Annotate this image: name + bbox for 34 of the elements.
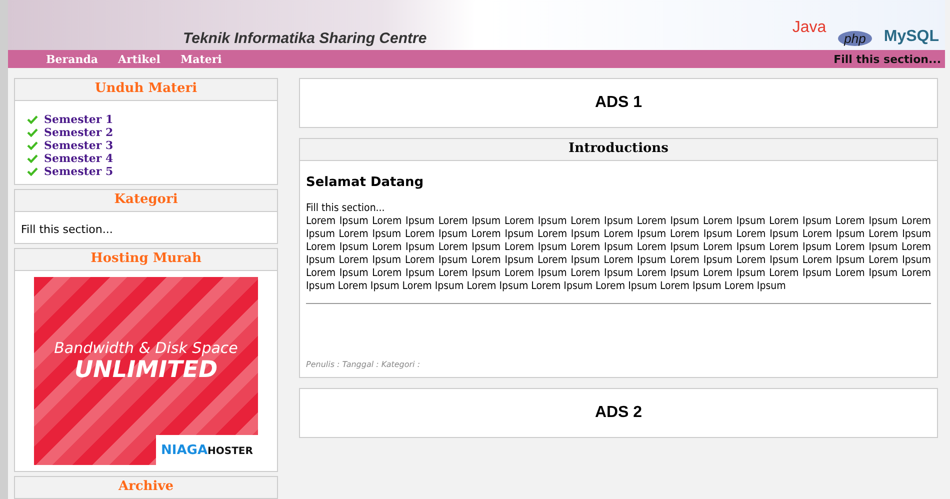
post-meta: Penulis : Tanggal : Kategori : bbox=[306, 360, 422, 369]
post-heading: Selamat Datang bbox=[306, 175, 425, 190]
check-icon bbox=[27, 154, 38, 163]
logo-label: MySQL bbox=[884, 28, 939, 46]
widget-text: Fill this section... bbox=[21, 223, 113, 236]
brand-logo: NIAGAHOSTER bbox=[161, 442, 253, 458]
semester-link[interactable]: Semester 1 bbox=[44, 113, 114, 126]
check-icon bbox=[27, 128, 38, 137]
semester-link[interactable]: Semester 4 bbox=[44, 152, 114, 165]
nav-link[interactable]: Beranda bbox=[46, 52, 98, 66]
check-icon bbox=[27, 141, 38, 150]
logo-label: Java bbox=[792, 19, 826, 37]
widget-title: Unduh Materi bbox=[15, 79, 277, 101]
nav-link[interactable]: Artikel bbox=[118, 52, 160, 66]
semester-link[interactable]: Semester 2 bbox=[44, 126, 114, 139]
check-icon bbox=[27, 167, 38, 176]
nav-text: Fill this section... bbox=[834, 52, 941, 66]
widget-title: Kategori bbox=[15, 190, 277, 212]
widget-title: Archive bbox=[15, 477, 277, 499]
post-body: Lorem Ipsum Lorem Ipsum Lorem Ipsum Lorem Ipsum Lorem Ipsum Lorem Ipsum Lorem Ipsum Lorem Ipsum Lorem Ipsum Lorem Ipsum Lorem Ipsum Lorem Ipsum Lorem Ipsum Lorem Ipsum Lorem Ipsum Lorem Ipsum Lorem Ipsum Lorem Ipsum Lorem Ipsum Lorem Ipsum Lorem Ipsum Lorem Ipsum Lorem Ipsum Lorem Ipsum Lorem Ipsum Lorem Ipsum Lorem Ipsum Lorem Ipsum Lorem Ipsum Lorem Ipsum Lorem Ipsum Lorem Ipsum Lorem Ipsum Lorem Ipsum Lorem Ipsum Lorem Ipsum Lorem Ipsum Lorem Ipsum Lorem Ipsum Lorem Ipsum Lorem Ipsum Lorem Ipsum Lorem Ipsum Lorem Ipsum Lorem Ipsum Lorem Ipsum Lorem Ipsum Lorem Ipsum Lorem Ipsum Lorem Ipsum Lorem Ipsum Lorem Ipsum Lorem Ipsum Lorem Ipsum Lorem Ipsum bbox=[306, 215, 931, 293]
nav-link[interactable]: Materi bbox=[180, 52, 222, 66]
ad-text: Bandwidth & Disk Space bbox=[54, 339, 238, 357]
post-title: Introductions bbox=[300, 139, 937, 161]
check-icon bbox=[27, 115, 38, 124]
semester-link[interactable]: Semester 3 bbox=[44, 139, 114, 152]
semester-link[interactable]: Semester 5 bbox=[44, 165, 114, 178]
ad-slot-label: ADS 1 bbox=[594, 94, 642, 112]
site-tagline: Teknik Informatika Sharing Centre bbox=[183, 30, 427, 47]
ad-slot-label: ADS 2 bbox=[594, 404, 642, 422]
hosting-ad[interactable]: Bandwidth & Disk Space UNLIMITED NIAGAHOSTER bbox=[34, 277, 258, 465]
logo-label: php bbox=[838, 31, 872, 46]
post-intro: Fill this section... bbox=[306, 202, 386, 215]
ad-headline: UNLIMITED bbox=[74, 357, 218, 383]
widget-title: Hosting Murah bbox=[15, 249, 277, 271]
